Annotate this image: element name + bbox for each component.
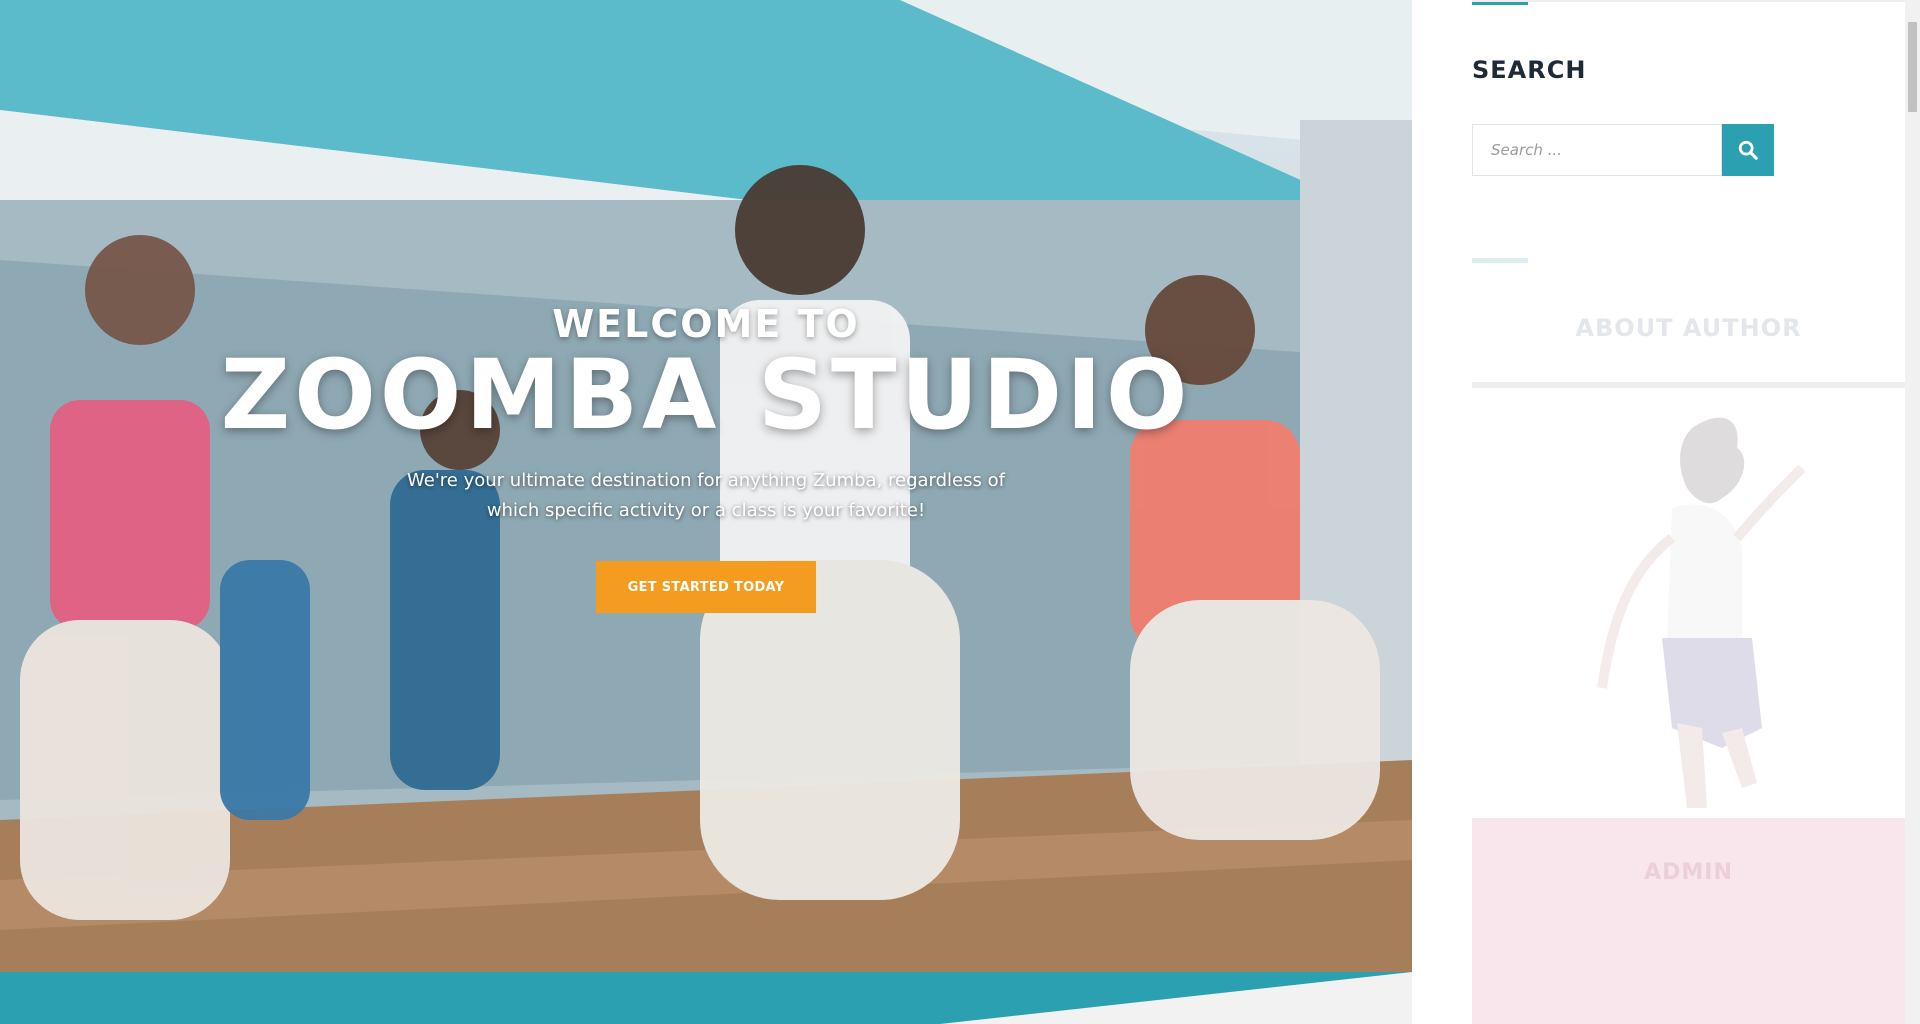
hero-section: WELCOME TO ZOOMBA STUDIO We're your ulti… — [0, 0, 1412, 972]
search-form — [1472, 124, 1774, 176]
about-author-title: ABOUT AUTHOR — [1575, 314, 1802, 342]
scrollbar-thumb[interactable] — [1908, 22, 1917, 112]
search-icon — [1738, 140, 1758, 160]
author-card: ADMIN — [1472, 818, 1905, 1024]
about-accent-bar — [1472, 258, 1528, 263]
top-divider — [1472, 0, 1905, 2]
author-photo — [1472, 388, 1905, 818]
author-name: ADMIN — [1644, 860, 1733, 885]
page-scrollbar[interactable] — [1905, 0, 1920, 1024]
hero-content: WELCOME TO ZOOMBA STUDIO We're your ulti… — [0, 0, 1412, 972]
hero-bottom-band — [0, 972, 1412, 1024]
get-started-button[interactable]: GET STARTED TODAY — [596, 561, 816, 613]
search-input[interactable] — [1472, 124, 1722, 176]
hero-subtitle: We're your ultimate destination for anyt… — [407, 470, 1005, 521]
search-button[interactable] — [1722, 124, 1774, 176]
search-widget-title: SEARCH — [1472, 56, 1587, 84]
hero-title: ZOOMBA STUDIO — [220, 339, 1192, 451]
sidebar: SEARCH ABOUT AUTHOR ADMIN — [1412, 0, 1905, 1024]
